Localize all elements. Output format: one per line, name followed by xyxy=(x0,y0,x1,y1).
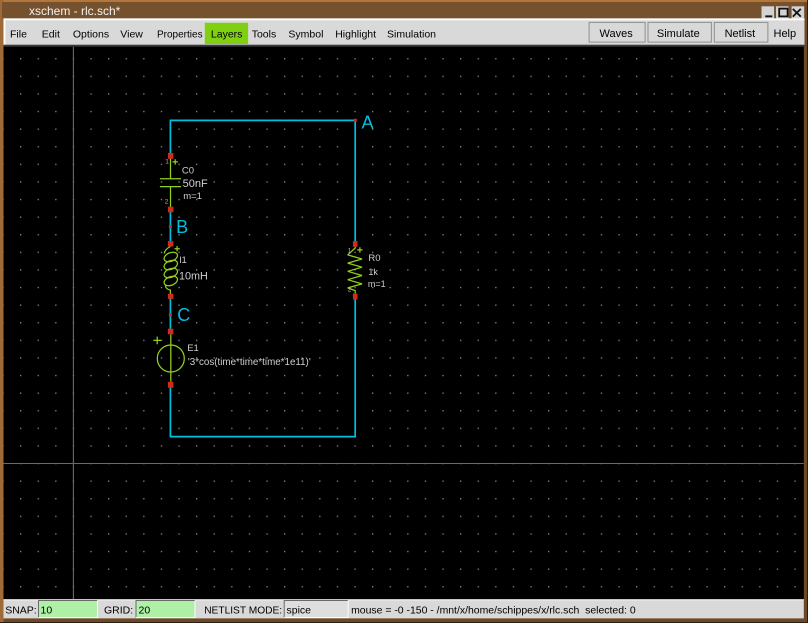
svg-text:'3*cos(time*time*time*1e11)': '3*cos(time*time*time*1e11)' xyxy=(188,357,311,368)
svg-text:l1: l1 xyxy=(179,255,186,266)
svg-text:2: 2 xyxy=(348,287,352,294)
svg-text:Tools: Tools xyxy=(252,29,277,41)
svg-text:C: C xyxy=(177,305,190,325)
svg-text:C0: C0 xyxy=(182,165,194,176)
svg-text:View: View xyxy=(120,29,143,41)
svg-text:1k: 1k xyxy=(368,267,378,277)
svg-text:Help: Help xyxy=(774,28,797,40)
svg-text:mouse = -0 -150 - /mnt/x/home/: mouse = -0 -150 - /mnt/x/home/schippes/x… xyxy=(351,605,636,616)
svg-text:File: File xyxy=(10,29,27,41)
svg-text:2: 2 xyxy=(165,198,169,205)
svg-text:Symbol: Symbol xyxy=(288,29,323,41)
svg-text:Netlist: Netlist xyxy=(725,28,756,40)
svg-text:50nF: 50nF xyxy=(183,178,208,190)
svg-text:Highlight: Highlight xyxy=(335,29,376,41)
svg-text:10mH: 10mH xyxy=(179,271,208,283)
svg-text:E1: E1 xyxy=(187,343,199,354)
svg-text:1: 1 xyxy=(165,159,169,166)
svg-text:Waves: Waves xyxy=(600,28,634,40)
svg-text:B: B xyxy=(176,217,188,237)
svg-text:NETLIST MODE:: NETLIST MODE: xyxy=(204,605,282,616)
svg-text:Options: Options xyxy=(73,29,109,41)
svg-text:m=1: m=1 xyxy=(368,279,386,289)
svg-text:Edit: Edit xyxy=(42,29,60,41)
svg-text:Simulation: Simulation xyxy=(387,29,436,41)
svg-text:xschem - rlc.sch*: xschem - rlc.sch* xyxy=(29,4,121,18)
svg-text:m=1: m=1 xyxy=(183,191,202,202)
svg-text:A: A xyxy=(362,112,374,132)
svg-text:1: 1 xyxy=(348,247,352,254)
svg-text:spice: spice xyxy=(287,604,312,616)
svg-text:R0: R0 xyxy=(368,253,380,264)
svg-text:GRID:: GRID: xyxy=(104,604,133,616)
svg-text:Layers: Layers xyxy=(211,29,243,41)
svg-text:20: 20 xyxy=(139,604,151,616)
svg-text:Properties: Properties xyxy=(157,30,203,41)
svg-text:SNAP:: SNAP: xyxy=(5,604,37,616)
svg-text:10: 10 xyxy=(41,604,53,616)
svg-text:Simulate: Simulate xyxy=(657,28,700,40)
